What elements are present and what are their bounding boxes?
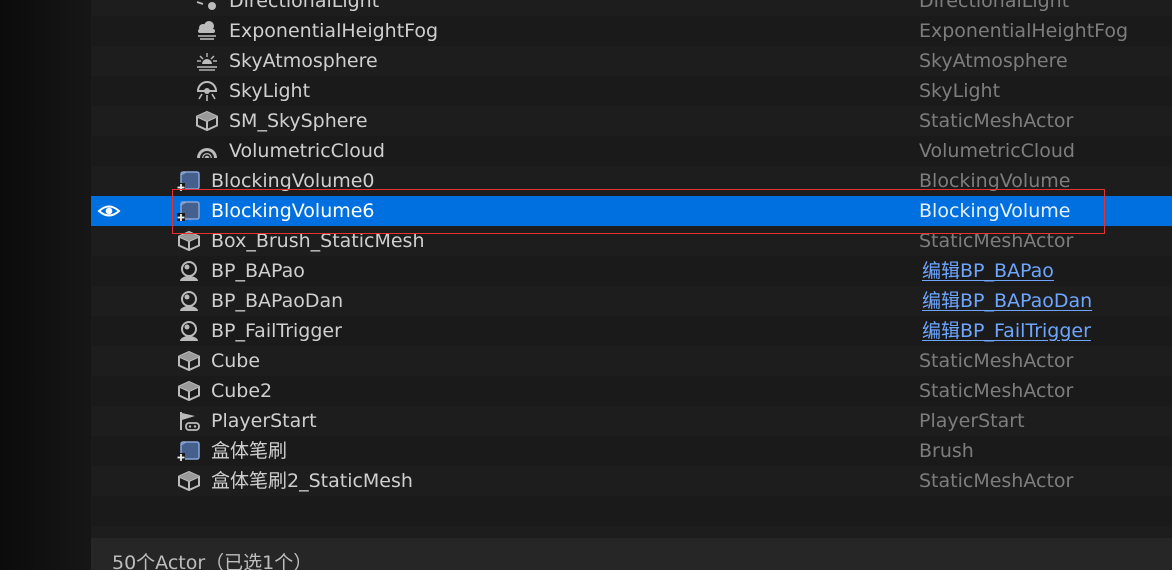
fog-icon [195,20,219,42]
volumetric-cloud-icon [195,140,219,162]
actor-label: SM_SkySphere [229,110,368,132]
actor-label: BP_BAPaoDan [211,290,344,312]
actor-type: StaticMeshActor [919,380,1074,402]
sky-atmosphere-icon [195,50,219,72]
actor-type: StaticMeshActor [919,230,1074,252]
viewport-edge [0,0,91,570]
actor-type: BlockingVolume [919,170,1071,192]
actor-row[interactable]: SkyLight SkyLight [91,76,1172,106]
actor-type: SkyAtmosphere [919,50,1068,72]
actor-label: BlockingVolume0 [211,170,375,192]
pawn-icon [177,260,201,282]
actor-row[interactable]: Cube StaticMeshActor [91,346,1172,376]
actor-type: BlockingVolume [919,200,1071,222]
actor-type: SkyLight [919,80,1001,102]
actor-row[interactable]: BP_FailTrigger 编辑BP_FailTrigger [91,316,1172,346]
skylight-icon [195,80,219,102]
actor-list: DirectionalLight DirectionalLight Exponent… [91,0,1172,556]
actor-label: VolumetricCloud [229,140,385,162]
actor-label: 盒体笔刷2_StaticMesh [211,470,413,492]
static-mesh-icon [177,380,201,402]
actor-row[interactable]: BP_BAPaoDan 编辑BP_BAPaoDan [91,286,1172,316]
actor-label: 盒体笔刷 [211,440,288,462]
actor-label: ExponentialHeightFog [229,20,439,42]
player-start-icon [177,410,201,432]
actor-row[interactable]: Box_Brush_StaticMesh StaticMeshActor [91,226,1172,256]
actor-type: PlayerStart [919,410,1025,432]
actor-row[interactable]: Cube2 StaticMeshActor [91,376,1172,406]
actor-label: BP_BAPao [211,260,305,282]
actor-label: DirectionalLight [229,0,380,12]
actor-row[interactable]: SkyAtmosphere SkyAtmosphere [91,46,1172,76]
actor-row[interactable]: 盒体笔刷2_StaticMesh StaticMeshActor [91,466,1172,496]
empty-row [91,496,1172,526]
actor-type: ExponentialHeightFog [919,20,1129,42]
static-mesh-icon [177,350,201,372]
world-outliner: DirectionalLight DirectionalLight Exponent… [91,0,1172,570]
actor-row[interactable]: BP_BAPao 编辑BP_BAPao [91,256,1172,286]
actor-row[interactable]: BlockingVolume6 BlockingVolume [91,196,1172,226]
edit-blueprint-link[interactable]: 编辑BP_BAPao [922,256,1054,286]
directional-light-icon [195,0,219,12]
pawn-icon [177,290,201,312]
actor-row[interactable]: ExponentialHeightFog ExponentialHeightFog [91,16,1172,46]
volume-icon [177,200,201,222]
actor-label: Cube [211,350,261,372]
pawn-icon [177,320,201,342]
actor-row[interactable]: VolumetricCloud VolumetricCloud [91,136,1172,166]
volume-icon [177,440,201,462]
actor-type: StaticMeshActor [919,110,1074,132]
actor-row[interactable]: 盒体笔刷 Brush [91,436,1172,466]
actor-label: SkyAtmosphere [229,50,378,72]
actor-label: Cube2 [211,380,273,402]
static-mesh-icon [177,470,201,492]
actor-label: BP_FailTrigger [211,320,342,342]
actor-type: Brush [919,440,974,462]
actor-row[interactable]: SM_SkySphere StaticMeshActor [91,106,1172,136]
volume-icon [177,170,201,192]
actor-label: SkyLight [229,80,311,102]
actor-row[interactable]: BlockingVolume0 BlockingVolume [91,166,1172,196]
actor-type: StaticMeshActor [919,350,1074,372]
static-mesh-icon [177,230,201,252]
status-bar: 50个Actor（已选1个） [91,538,1172,570]
edit-blueprint-link[interactable]: 编辑BP_FailTrigger [922,316,1091,346]
actor-count-status: 50个Actor（已选1个） [112,552,313,570]
actor-type: StaticMeshActor [919,470,1074,492]
actor-label: PlayerStart [211,410,317,432]
actor-label: BlockingVolume6 [211,200,375,222]
edit-blueprint-link[interactable]: 编辑BP_BAPaoDan [922,286,1092,316]
visibility-eye-icon[interactable] [97,201,121,221]
actor-type: DirectionalLight [919,0,1070,12]
static-mesh-icon [195,110,219,132]
actor-type: VolumetricCloud [919,140,1075,162]
actor-row[interactable]: DirectionalLight DirectionalLight [91,0,1172,16]
actor-label: Box_Brush_StaticMesh [211,230,425,252]
actor-row[interactable]: PlayerStart PlayerStart [91,406,1172,436]
